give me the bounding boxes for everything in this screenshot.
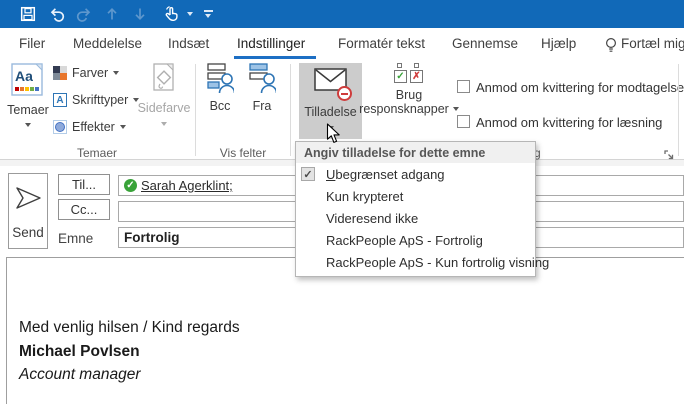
group-divider — [290, 64, 291, 156]
active-tab-underline — [234, 56, 316, 59]
voting-buttons-button[interactable]: ✓ ✗ Brug responsknapper — [358, 63, 460, 116]
svg-text:Aa: Aa — [15, 68, 33, 84]
tab-gennemse[interactable]: Gennemse — [452, 36, 518, 51]
send-button[interactable]: Send — [8, 173, 48, 249]
send-plane-icon — [15, 186, 42, 210]
themes-button[interactable]: Aa Temaer — [6, 63, 50, 127]
menu-item-confidential-view-only[interactable]: RackPeople ApS - Kun fortrolig visning — [296, 251, 535, 273]
read-receipt-checkbox[interactable] — [457, 115, 470, 128]
touch-mode-icon[interactable] — [158, 5, 184, 23]
signature-line-2: Michael Povlsen — [19, 340, 240, 364]
theme-effects-icon — [53, 120, 67, 134]
permission-menu: Angiv tilladelse for dette emne ✓ Ubegræ… — [295, 141, 536, 277]
cc-button[interactable]: Cc... — [58, 199, 110, 220]
from-icon — [249, 63, 276, 94]
theme-colors-dropdown-icon[interactable] — [113, 71, 119, 75]
touch-mode-dropdown-icon[interactable] — [184, 5, 196, 23]
read-receipt-label[interactable]: Anmod om kvittering for læsning — [476, 115, 662, 130]
lightbulb-icon — [604, 37, 618, 59]
bcc-icon — [207, 63, 234, 94]
ribbon-tab-bar: Filer Meddelelse Indsæt Indstillinger Fo… — [0, 28, 684, 60]
group-divider — [678, 64, 679, 156]
tab-meddelelse[interactable]: Meddelelse — [73, 36, 142, 51]
group-divider — [195, 64, 196, 156]
theme-fonts-icon: A — [53, 93, 67, 107]
move-down-icon[interactable] — [130, 5, 150, 23]
subject-label: Emne — [58, 231, 93, 246]
recipient-chip[interactable]: Sarah Agerklint; — [141, 178, 233, 193]
page-color-dropdown-icon — [161, 122, 167, 126]
themes-icon: Aa — [11, 63, 45, 97]
voting-buttons-icon: ✓ ✗ — [393, 63, 425, 84]
tab-hjaelp[interactable]: Hjælp — [541, 36, 576, 51]
tab-indsaet[interactable]: Indsæt — [168, 36, 209, 51]
menu-item-encrypt-only[interactable]: Kun krypteret — [296, 185, 535, 207]
message-body[interactable]: Med venlig hilsen / Kind regards Michael… — [6, 257, 684, 404]
theme-colors-button[interactable]: Farver — [53, 66, 119, 80]
theme-effects-button[interactable]: Effekter — [53, 120, 126, 134]
checkmark-icon: ✓ — [301, 167, 315, 181]
from-button[interactable]: Fra — [243, 63, 281, 113]
tab-formater-tekst[interactable]: Formatér tekst — [338, 36, 425, 51]
themes-dropdown-icon[interactable] — [25, 123, 31, 127]
signature-line-1: Med venlig hilsen / Kind regards — [19, 316, 240, 340]
subject-value: Fortrolig — [124, 230, 180, 245]
mouse-cursor — [326, 123, 342, 150]
bcc-button[interactable]: Bcc — [201, 63, 239, 113]
theme-fonts-button[interactable]: A Skrifttyper — [53, 93, 139, 107]
presence-available-icon: ✓ — [124, 179, 137, 192]
menu-item-confidential[interactable]: RackPeople ApS - Fortrolig — [296, 229, 535, 251]
tab-filer[interactable]: Filer — [19, 36, 45, 51]
redo-icon[interactable] — [74, 5, 94, 23]
tell-me-search[interactable]: Fortæl mig — [621, 36, 684, 51]
customize-qat-icon[interactable] — [200, 5, 216, 23]
to-button[interactable]: Til... — [58, 174, 110, 195]
menu-item-unrestricted[interactable]: ✓ Ubegrænset adgang — [296, 163, 535, 185]
title-bar — [0, 0, 684, 28]
delivery-receipt-label[interactable]: Anmod om kvittering for modtagelse — [476, 80, 684, 95]
delivery-receipt-checkbox[interactable] — [457, 80, 470, 93]
undo-icon[interactable] — [46, 5, 66, 23]
voting-dropdown-icon[interactable] — [453, 107, 459, 111]
tab-indstillinger[interactable]: Indstillinger — [237, 36, 305, 51]
save-icon[interactable] — [18, 5, 38, 23]
theme-effects-dropdown-icon[interactable] — [120, 125, 126, 129]
move-up-icon[interactable] — [102, 5, 122, 23]
menu-item-do-not-forward[interactable]: Videresend ikke — [296, 207, 535, 229]
page-color-icon — [150, 63, 178, 93]
permission-icon — [314, 68, 347, 96]
signature-line-3: Account manager — [19, 363, 240, 387]
page-color-button[interactable]: Sidefarve — [138, 63, 190, 126]
show-fields-group-label: Vis felter — [206, 146, 280, 160]
outlook-compose-window: Filer Meddelelse Indsæt Indstillinger Fo… — [0, 0, 684, 404]
themes-group-label: Temaer — [60, 146, 134, 160]
theme-colors-icon — [53, 66, 67, 80]
